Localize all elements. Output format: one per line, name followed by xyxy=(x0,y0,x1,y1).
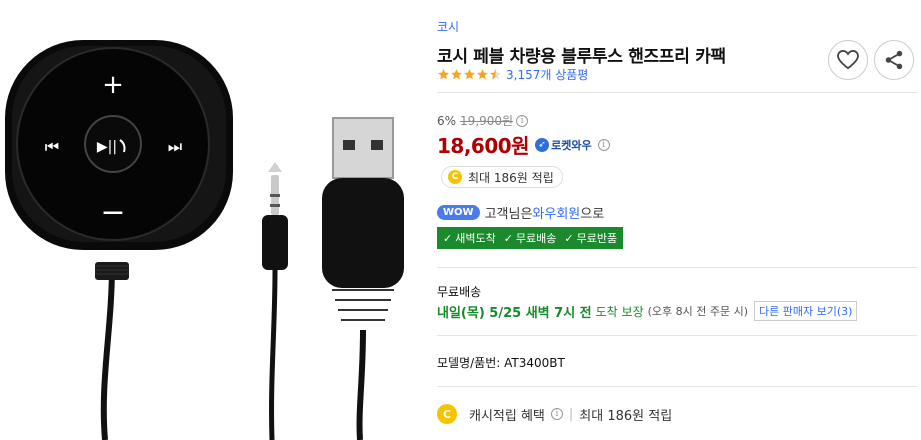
svg-text:⏮: ⏮ xyxy=(45,137,59,156)
star-icon xyxy=(438,69,449,80)
shipping-label: 무료배송 xyxy=(437,285,482,299)
original-price: 19,900원 xyxy=(460,114,514,128)
benefit-label: 무료반품 xyxy=(576,232,618,245)
svg-text:+: + xyxy=(102,70,124,100)
cash-reward-pill: C 최대 186원 적립 xyxy=(441,166,563,188)
share-button[interactable] xyxy=(874,40,914,80)
product-photo: + − ⏮ ⏭ ▶|| xyxy=(5,40,404,440)
discount-rate: 6% xyxy=(437,113,457,128)
product-title: 코시 페블 차량용 블루투스 핸즈프리 카팩 xyxy=(437,47,726,67)
cash-benefit-value: 최대 186원 적립 xyxy=(579,408,673,424)
wow-text-prefix: 고객님은 xyxy=(484,207,533,222)
benefit-badges: ✓ 새벽도착 ✓ 무료배송 ✓ 무료반품 xyxy=(437,227,624,249)
info-icon[interactable]: i xyxy=(550,408,563,420)
svg-text:⏭: ⏭ xyxy=(168,137,182,156)
wow-text-suffix: 으로 xyxy=(580,207,605,222)
star-icon xyxy=(464,69,475,80)
share-icon xyxy=(885,50,903,70)
rating[interactable]: 3,157개 상품평 xyxy=(437,66,588,83)
info-icon[interactable]: i xyxy=(516,114,529,127)
arrival-guarantee: 도착 보장 xyxy=(595,304,644,319)
shipping-row: 내일(목) 5/25 새벽 7시 전 도착 보장 (오후 8시 전 주문 시) … xyxy=(437,301,858,321)
sale-price: 18,600원 xyxy=(437,134,530,158)
star-icon xyxy=(451,69,462,80)
price-row: 18,600원 ➶ 로켓와우 i xyxy=(437,130,610,159)
coin-icon: C xyxy=(448,170,462,184)
rocket-icon: ➶ xyxy=(535,137,550,152)
product-info: 코시 코시 페블 차량용 블루투스 핸즈프리 카팩 3,157개 상품평 6% … xyxy=(437,0,917,440)
rocket-label: 로켓와우 xyxy=(551,138,592,152)
svg-text:▶||: ▶|| xyxy=(97,139,117,155)
arrival-date: 내일(목) 5/25 새벽 7시 전 xyxy=(437,305,592,321)
benefit-free-shipping: ✓ 무료배송 xyxy=(504,230,557,246)
favorite-button[interactable] xyxy=(828,40,868,80)
star-icon xyxy=(477,69,488,80)
check-icon: ✓ xyxy=(564,231,574,245)
discount-row: 6% 19,900원 i xyxy=(437,112,529,129)
coin-icon: C xyxy=(437,404,457,424)
star-half-icon xyxy=(490,69,501,80)
heart-icon xyxy=(837,50,859,70)
separator: | xyxy=(568,406,574,422)
benefit-label: 무료배송 xyxy=(515,232,557,245)
check-icon: ✓ xyxy=(503,231,513,245)
divider xyxy=(437,92,917,93)
wow-badge: WOW xyxy=(437,205,480,220)
other-sellers-button[interactable]: 다른 판매자 보기(3) xyxy=(754,301,858,321)
benefit-dawn-delivery: ✓ 새벽도착 xyxy=(443,230,496,246)
wow-member-link[interactable]: 와우회원 xyxy=(532,203,580,222)
divider xyxy=(437,335,917,336)
product-image[interactable]: + − ⏮ ⏭ ▶|| xyxy=(0,0,420,440)
benefit-free-return: ✓ 무료반품 xyxy=(564,230,617,246)
divider xyxy=(437,386,917,387)
benefit-label: 새벽도착 xyxy=(455,232,496,245)
cash-reward-label: 최대 186원 적립 xyxy=(468,170,554,185)
wow-membership-row: WOW 고객님은 와우회원 으로 xyxy=(437,203,604,222)
svg-text:−: − xyxy=(100,195,125,230)
review-count-link[interactable]: 3,157개 상품평 xyxy=(506,66,588,83)
check-icon: ✓ xyxy=(443,231,453,245)
star-rating xyxy=(437,68,502,81)
order-cutoff-note: (오후 8시 전 주문 시) xyxy=(647,305,749,318)
brand-link[interactable]: 코시 xyxy=(437,18,459,35)
info-icon[interactable]: i xyxy=(597,138,610,151)
model-number: 모델명/품번: AT3400BT xyxy=(437,356,565,370)
rocket-wow-badge: ➶ 로켓와우 xyxy=(535,137,592,153)
divider xyxy=(437,267,917,268)
cash-benefit-row: C 캐시적립 혜택 i | 최대 186원 적립 xyxy=(437,404,672,424)
cash-benefit-label: 캐시적립 혜택 xyxy=(469,408,545,424)
